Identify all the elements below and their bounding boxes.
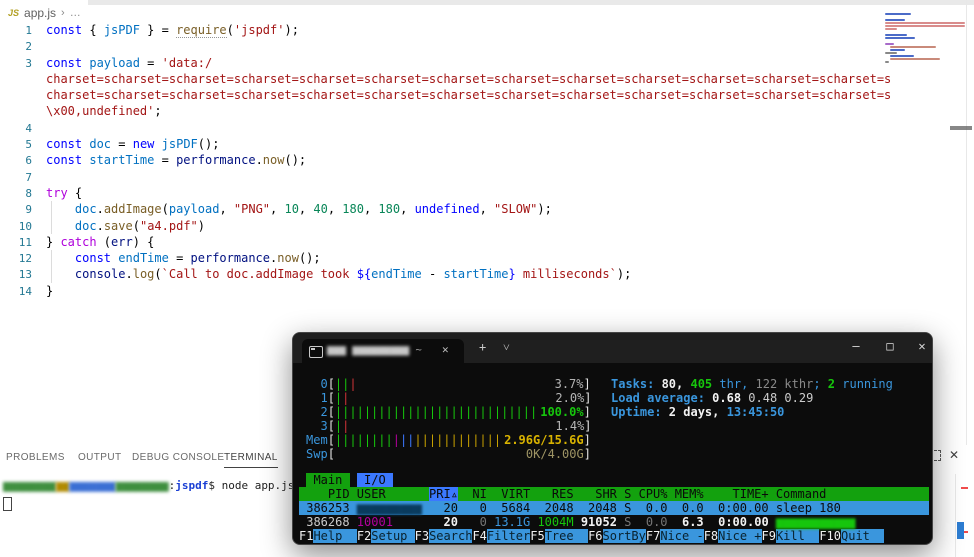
terminal-scrollbar-track (955, 474, 956, 557)
close-tab-icon[interactable]: ✕ (442, 343, 449, 356)
code-editor: 1const { jsPDF } = require('jspdf');23co… (0, 22, 960, 299)
breadcrumb-symbol-ellipsis[interactable]: … (70, 7, 81, 19)
minimap[interactable] (885, 13, 967, 69)
editor-right-border (966, 0, 967, 445)
terminal-window[interactable]: ▆▆▆ ▆▆▆▆▆▆▆▆▆ ~ ✕ + ˅ – □ ✕ 0[|||3.7%] 1… (292, 332, 933, 545)
console-icon (309, 346, 323, 358)
htop-system-info: Tasks: 80, 405 thr, 122 kthr; 2 runningL… (611, 377, 893, 419)
tab-debug-console[interactable]: DEBUG CONSOLE (132, 452, 224, 463)
indent-guide (51, 250, 52, 283)
editor-tab-strip (88, 0, 974, 5)
panel-actions: ✕ (930, 448, 959, 462)
window-titlebar[interactable]: ▆▆▆ ▆▆▆▆▆▆▆▆▆ ~ ✕ + ˅ – □ ✕ (293, 333, 932, 363)
minimize-button[interactable]: – (845, 339, 867, 353)
breadcrumb[interactable]: JS app.js › … (8, 5, 81, 20)
terminal-tab[interactable]: ▆▆▆ ▆▆▆▆▆▆▆▆▆ ~ ✕ (302, 339, 464, 363)
tab-problems[interactable]: PROBLEMS (6, 452, 65, 463)
terminal-tab-title: ▆▆▆ ▆▆▆▆▆▆▆▆▆ ~ (327, 344, 422, 356)
breadcrumb-file-name[interactable]: app.js (24, 6, 56, 20)
close-button[interactable]: ✕ (911, 339, 933, 353)
htop-cpu-memory-meters: 0[|||3.7%] 1[||2.0%] 2[|||||||||||||||||… (306, 377, 592, 461)
indent-guide (51, 201, 52, 234)
maximize-button[interactable]: □ (879, 339, 901, 353)
tab-dropdown-icon[interactable]: ˅ (503, 340, 510, 355)
javascript-file-icon: JS (8, 8, 19, 18)
htop-process-table[interactable]: Main I/O PID USER PRI▵ NI VIRT RES SHR S… (299, 473, 929, 543)
integrated-terminal[interactable]: ▆▆▆▆▆▆▆▆▆▆▆▆▆▆▆▆▆▆▆▆▆▆▆▆▆:jspdf$ node ap… (3, 478, 294, 511)
chevron-right-icon: › (61, 7, 65, 19)
scrollbar-marker[interactable] (950, 126, 972, 130)
new-tab-button[interactable]: + (479, 340, 486, 354)
tab-terminal[interactable]: TERMINAL (224, 452, 278, 468)
tab-output[interactable]: OUTPUT (78, 452, 122, 463)
close-panel-icon[interactable]: ✕ (949, 448, 959, 462)
terminal-decoration-mark (961, 487, 968, 489)
terminal-scrollbar-thumb[interactable] (957, 522, 964, 539)
